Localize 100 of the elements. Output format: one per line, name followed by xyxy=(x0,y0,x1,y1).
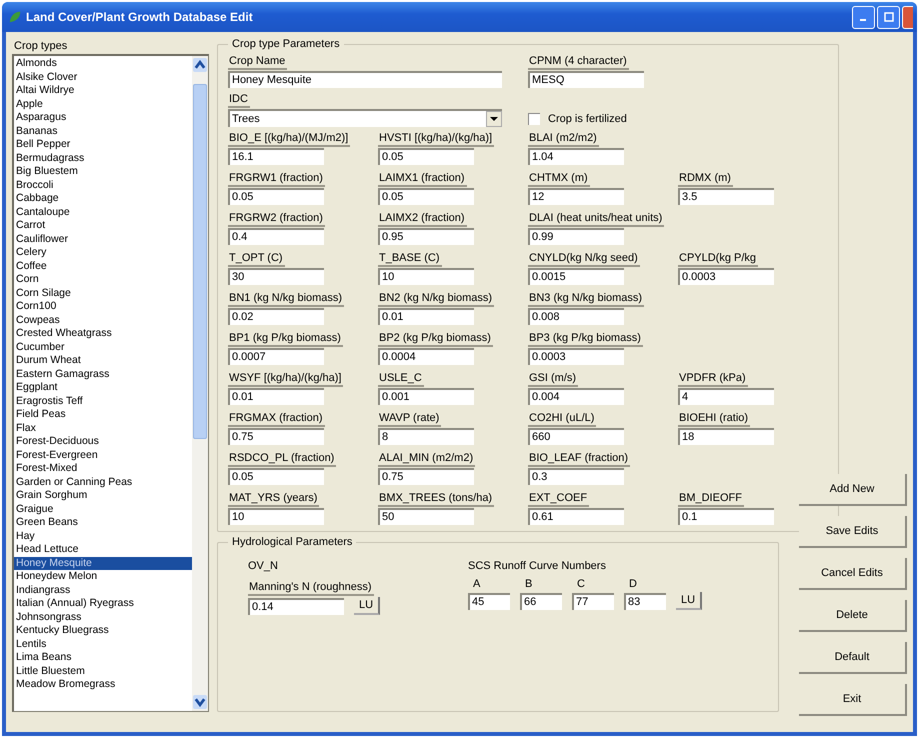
input-field[interactable]: 0.75 xyxy=(228,428,324,445)
list-item[interactable]: Altai Wildrye xyxy=(14,84,192,98)
list-item[interactable]: Johnsongrass xyxy=(14,610,192,624)
list-item[interactable]: Forest-Mixed xyxy=(14,462,192,476)
list-item[interactable]: Big Bluestem xyxy=(14,165,192,178)
list-item[interactable]: Indiangrass xyxy=(14,584,192,597)
list-item[interactable]: Kentucky Bluegrass xyxy=(14,624,192,638)
input-field[interactable]: 30 xyxy=(228,268,324,285)
list-item[interactable]: Graigue xyxy=(14,502,192,516)
list-item[interactable]: Honey Mesquite xyxy=(14,556,192,570)
input-field[interactable]: 0.02 xyxy=(228,308,324,325)
list-item[interactable]: Eastern Gamagrass xyxy=(14,368,192,381)
list-item[interactable]: Cucumber xyxy=(14,340,192,354)
input-field[interactable]: MESQ xyxy=(528,71,644,88)
input-field[interactable]: 18 xyxy=(678,428,774,445)
list-item[interactable]: Field Peas xyxy=(14,408,192,422)
input-field[interactable]: 10 xyxy=(378,268,474,285)
input-field[interactable]: 0.3 xyxy=(528,468,624,485)
action-button[interactable]: Save Edits xyxy=(799,516,907,548)
list-item[interactable]: Corn Silage xyxy=(14,286,192,300)
input-field[interactable]: 1.04 xyxy=(528,148,624,165)
list-item[interactable]: Forest-Evergreen xyxy=(14,448,192,462)
input-field[interactable]: 0.95 xyxy=(378,228,474,245)
list-item[interactable]: Grain Sorghum xyxy=(14,489,192,502)
list-item[interactable]: Eggplant xyxy=(14,381,192,394)
list-item[interactable]: Asparagus xyxy=(14,111,192,124)
input-field[interactable]: 10 xyxy=(228,508,324,525)
list-item[interactable]: Eragrostis Teff xyxy=(14,394,192,408)
list-item[interactable]: Broccoli xyxy=(14,178,192,192)
maximize-button[interactable] xyxy=(877,6,900,28)
input-field[interactable]: 0.0007 xyxy=(228,348,324,365)
list-item[interactable]: Little Bluestem xyxy=(14,664,192,678)
list-item[interactable]: Coffee xyxy=(14,260,192,273)
input-field[interactable]: 0.001 xyxy=(378,388,474,405)
input-field[interactable]: 0.05 xyxy=(228,188,324,205)
input-field[interactable]: 660 xyxy=(528,428,624,445)
input-field[interactable]: 45 xyxy=(468,593,510,610)
list-item[interactable]: Celery xyxy=(14,246,192,260)
list-item[interactable]: Bananas xyxy=(14,124,192,138)
list-item[interactable]: Head Lettuce xyxy=(14,543,192,556)
scroll-up-icon[interactable] xyxy=(193,58,207,72)
list-item[interactable]: Green Beans xyxy=(14,516,192,530)
list-item[interactable]: Honeydew Melon xyxy=(14,570,192,584)
action-button[interactable]: Delete xyxy=(799,600,907,632)
minimize-button[interactable] xyxy=(852,6,875,28)
input-field[interactable]: 50 xyxy=(378,508,474,525)
input-field[interactable]: 0.008 xyxy=(528,308,624,325)
input-field[interactable]: 0.004 xyxy=(528,388,624,405)
list-item[interactable]: Crested Wheatgrass xyxy=(14,327,192,340)
list-item[interactable]: Corn100 xyxy=(14,300,192,314)
input-field[interactable]: 0.01 xyxy=(228,388,324,405)
list-item[interactable]: Cantaloupe xyxy=(14,206,192,219)
input-field[interactable]: 16.1 xyxy=(228,148,324,165)
list-item[interactable]: Corn xyxy=(14,273,192,286)
input-field[interactable]: 3.5 xyxy=(678,188,774,205)
list-item[interactable]: Meadow Bromegrass xyxy=(14,678,192,692)
input-field[interactable]: 0.61 xyxy=(528,508,624,525)
action-button[interactable]: Exit xyxy=(799,684,907,716)
scroll-bar[interactable] xyxy=(192,56,208,711)
input-field[interactable]: 0.0003 xyxy=(528,348,624,365)
lookup-button[interactable]: LU xyxy=(676,592,702,610)
input-field[interactable]: 0.75 xyxy=(378,468,474,485)
input-field[interactable]: 0.0003 xyxy=(678,268,774,285)
list-item[interactable]: Lentils xyxy=(14,638,192,651)
list-item[interactable]: Durum Wheat xyxy=(14,354,192,368)
input-field[interactable]: 0.0015 xyxy=(528,268,624,285)
input-field[interactable]: 0.0004 xyxy=(378,348,474,365)
list-item[interactable]: Flax xyxy=(14,422,192,435)
maximize-icon[interactable] xyxy=(884,12,894,22)
input-field[interactable]: 8 xyxy=(378,428,474,445)
close-button[interactable] xyxy=(902,6,913,28)
action-button[interactable]: Add New xyxy=(799,474,907,506)
list-item[interactable]: Bermudagrass xyxy=(14,152,192,165)
input-field[interactable]: 66 xyxy=(520,593,562,610)
input-field[interactable]: 0.4 xyxy=(228,228,324,245)
lookup-button[interactable]: LU xyxy=(354,597,380,615)
list-item[interactable]: Hay xyxy=(14,530,192,543)
input-field[interactable]: 0.99 xyxy=(528,228,624,245)
input-field[interactable]: 0.1 xyxy=(678,508,774,525)
list-item[interactable]: Garden or Canning Peas xyxy=(14,476,192,489)
list-item[interactable]: Alsike Clover xyxy=(14,70,192,84)
list-item[interactable]: Cowpeas xyxy=(14,314,192,327)
input-field[interactable]: 12 xyxy=(528,188,624,205)
list-item[interactable]: Bell Pepper xyxy=(14,138,192,152)
input-field[interactable]: 0.05 xyxy=(378,148,474,165)
list-item[interactable]: Almonds xyxy=(14,57,192,70)
list-item[interactable]: Forest-Deciduous xyxy=(14,435,192,448)
input-field[interactable]: 77 xyxy=(572,593,614,610)
input-field[interactable]: 83 xyxy=(624,593,666,610)
checkbox[interactable] xyxy=(528,113,540,125)
list-item[interactable]: Cauliflower xyxy=(14,232,192,246)
list-item[interactable]: Carrot xyxy=(14,219,192,232)
list-item[interactable]: Apple xyxy=(14,98,192,111)
action-button[interactable]: Default xyxy=(799,642,907,674)
input-field[interactable]: 4 xyxy=(678,388,774,405)
input-field[interactable]: Honey Mesquite xyxy=(228,71,502,88)
list-item[interactable]: Cabbage xyxy=(14,192,192,206)
list-item[interactable]: Italian (Annual) Ryegrass xyxy=(14,597,192,610)
dropdown[interactable]: Trees xyxy=(228,109,502,127)
list-item[interactable]: Lima Beans xyxy=(14,651,192,664)
